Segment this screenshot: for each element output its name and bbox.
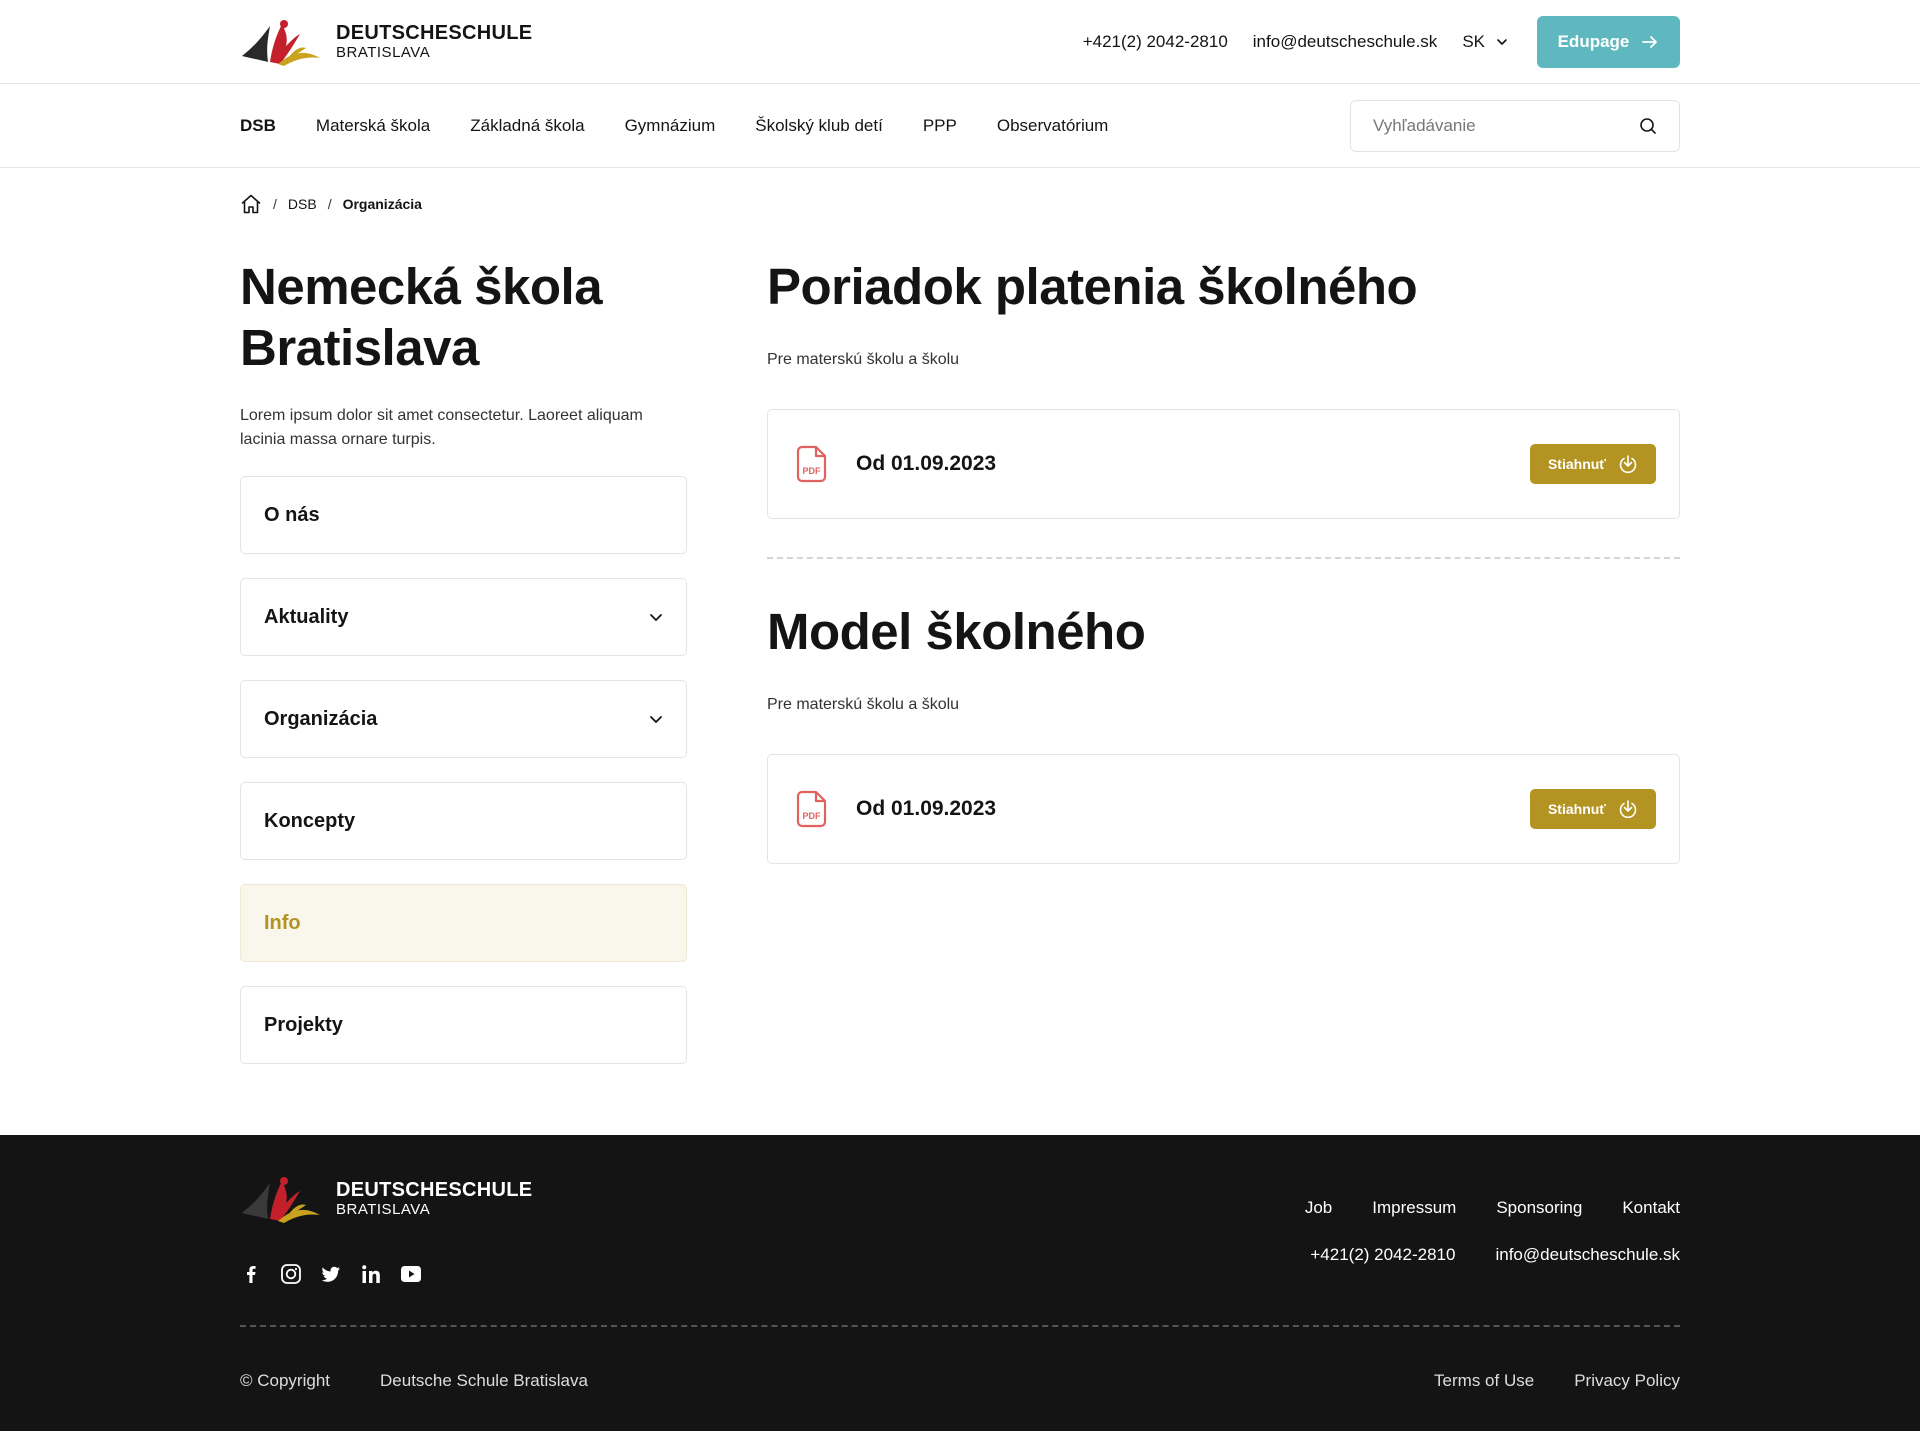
search-icon[interactable] — [1639, 117, 1657, 135]
brand-city: BRATISLAVA — [336, 44, 431, 61]
download-button[interactable]: Stiahnuť — [1530, 444, 1656, 484]
section-title: Model školného — [767, 603, 1146, 660]
document-card: PDF Od 01.09.2023 Stiahnuť — [767, 754, 1680, 864]
brand-name: DEUTSCHESCHULE — [336, 1179, 533, 1201]
nav-item-observatorium[interactable]: Observatórium — [997, 116, 1108, 136]
section-subtitle: Pre materskú školu a školu — [767, 696, 960, 713]
download-icon — [1619, 800, 1637, 819]
sidebar-item-projekty[interactable]: Projekty — [240, 986, 687, 1064]
privacy-policy-link[interactable]: Privacy Policy — [1574, 1371, 1680, 1391]
sidebar-item-organizacia[interactable]: Organizácia — [240, 680, 687, 758]
document-title: Od 01.09.2023 — [856, 452, 997, 475]
edupage-button-label: Edupage — [1557, 32, 1630, 51]
sidebar-item-label: O nás — [264, 503, 320, 526]
download-button[interactable]: Stiahnuť — [1530, 789, 1656, 829]
footer-links: Job Impressum Sponsoring Kontakt — [1305, 1198, 1680, 1218]
top-email-link[interactable]: info@deutscheschule.sk — [1253, 32, 1438, 52]
terms-of-use-link[interactable]: Terms of Use — [1434, 1371, 1534, 1391]
breadcrumb-separator: / — [273, 195, 277, 212]
sidebar-item-label: Koncepty — [264, 809, 356, 832]
footer-link-impressum[interactable]: Impressum — [1372, 1198, 1456, 1218]
footer-link-kontakt[interactable]: Kontakt — [1622, 1198, 1680, 1218]
footer: DEUTSCHESCHULE BRATISLAVA Job Impressum … — [0, 1135, 1920, 1431]
top-phone-link[interactable]: +421(2) 2042-2810 — [1083, 32, 1228, 52]
home-icon[interactable] — [240, 193, 262, 215]
pdf-badge-text: PDF — [803, 811, 822, 821]
brand-name: DEUTSCHESCHULE — [336, 22, 533, 44]
social-links — [240, 1263, 422, 1285]
youtube-icon[interactable] — [400, 1263, 422, 1285]
document-card: PDF Od 01.09.2023 Stiahnuť — [767, 409, 1680, 519]
logo-mark-icon — [242, 1177, 320, 1223]
sidebar-item-o-nas[interactable]: O nás — [240, 476, 687, 554]
nav-item-ppp[interactable]: PPP — [923, 116, 957, 136]
pdf-file-icon: PDF — [796, 790, 827, 828]
sidebar-item-koncepty[interactable]: Koncepty — [240, 782, 687, 860]
chevron-down-icon — [650, 614, 662, 621]
footer-link-job[interactable]: Job — [1305, 1198, 1332, 1218]
footer-contacts: +421(2) 2042-2810 info@deutscheschule.sk — [1310, 1245, 1680, 1265]
search-box — [1350, 99, 1680, 152]
section-divider — [767, 557, 1680, 559]
footer-phone-link[interactable]: +421(2) 2042-2810 — [1310, 1245, 1455, 1265]
sidebar-item-label: Info — [264, 911, 301, 934]
sidebar-title: Nemecká škola Bratislava — [240, 258, 603, 376]
download-button-label: Stiahnuť — [1547, 801, 1607, 817]
logo-mark-icon — [242, 20, 320, 66]
logo-text: DEUTSCHESCHULE BRATISLAVA — [336, 22, 532, 62]
section-title: Poriadok platenia školného — [767, 258, 1418, 315]
nav-item-zakladna-skola[interactable]: Základná škola — [470, 116, 584, 136]
sidebar-intro: Lorem ipsum dolor sit amet consectetur. … — [240, 407, 643, 448]
facebook-icon[interactable] — [240, 1263, 262, 1285]
instagram-icon[interactable] — [280, 1263, 302, 1285]
chevron-down-icon — [650, 716, 662, 723]
sidebar-menu: O nás Aktuality Organizácia Koncepty Inf… — [240, 476, 687, 1064]
chevron-down-icon — [1497, 39, 1507, 45]
footer-divider — [240, 1325, 1680, 1327]
search-input[interactable] — [1373, 115, 1613, 136]
footer-email-link[interactable]: info@deutscheschule.sk — [1495, 1245, 1680, 1265]
breadcrumb-item-dsb[interactable]: DSB — [288, 196, 317, 212]
pdf-badge-text: PDF — [803, 466, 822, 476]
sidebar-item-label: Aktuality — [264, 605, 349, 628]
nav-item-skolsky-klub[interactable]: Školský klub detí — [755, 116, 883, 136]
breadcrumb: / DSB / Organizácia — [240, 168, 1680, 220]
language-selector[interactable]: SK — [1462, 32, 1509, 52]
footer-logo[interactable]: DEUTSCHESCHULE BRATISLAVA — [240, 1175, 532, 1223]
breadcrumb-separator: / — [327, 195, 332, 212]
footer-legal-left: © Copyright Deutsche Schule Bratislava — [240, 1371, 588, 1391]
main-navigation: DSB Materská škola Základná škola Gymnáz… — [0, 84, 1920, 168]
company-name: Deutsche Schule Bratislava — [380, 1371, 588, 1390]
sidebar-item-aktuality[interactable]: Aktuality — [240, 578, 687, 656]
logo[interactable]: DEUTSCHESCHULE BRATISLAVA — [240, 18, 532, 66]
nav-item-dsb[interactable]: DSB — [240, 116, 276, 136]
download-button-label: Stiahnuť — [1547, 456, 1607, 472]
section-subtitle: Pre materskú školu a školu — [767, 351, 960, 368]
breadcrumb-item-current: Organizácia — [342, 195, 422, 212]
nav-item-gymnazium[interactable]: Gymnázium — [625, 116, 716, 136]
sidebar-item-label: Organizácia — [264, 707, 378, 730]
nav-item-materska-skola[interactable]: Materská škola — [316, 116, 430, 136]
edupage-button[interactable]: Edupage — [1537, 16, 1680, 68]
download-icon — [1619, 455, 1637, 474]
content-area: Poriadok platenia školného Pre materskú … — [767, 256, 1680, 1088]
document-title: Od 01.09.2023 — [856, 797, 997, 820]
footer-link-sponsoring[interactable]: Sponsoring — [1496, 1198, 1582, 1218]
nav-menu: DSB Materská škola Základná škola Gymnáz… — [240, 116, 1108, 136]
sidebar-item-label: Projekty — [264, 1013, 343, 1036]
arrow-right-icon — [1642, 36, 1658, 48]
sidebar: Nemecká škola Bratislava Lorem ipsum dol… — [240, 256, 687, 1088]
pdf-file-icon: PDF — [796, 445, 827, 483]
footer-legal-right: Terms of Use Privacy Policy — [1434, 1371, 1680, 1391]
language-label: SK — [1462, 32, 1485, 51]
logo-text: DEUTSCHESCHULE BRATISLAVA — [336, 1179, 532, 1219]
top-bar: DEUTSCHESCHULE BRATISLAVA +421(2) 2042-2… — [0, 0, 1920, 84]
sidebar-item-info[interactable]: Info — [240, 884, 687, 962]
brand-city: BRATISLAVA — [336, 1201, 431, 1218]
linkedin-icon[interactable] — [360, 1263, 382, 1285]
copyright-text: © Copyright — [240, 1371, 331, 1390]
twitter-icon[interactable] — [320, 1263, 342, 1285]
